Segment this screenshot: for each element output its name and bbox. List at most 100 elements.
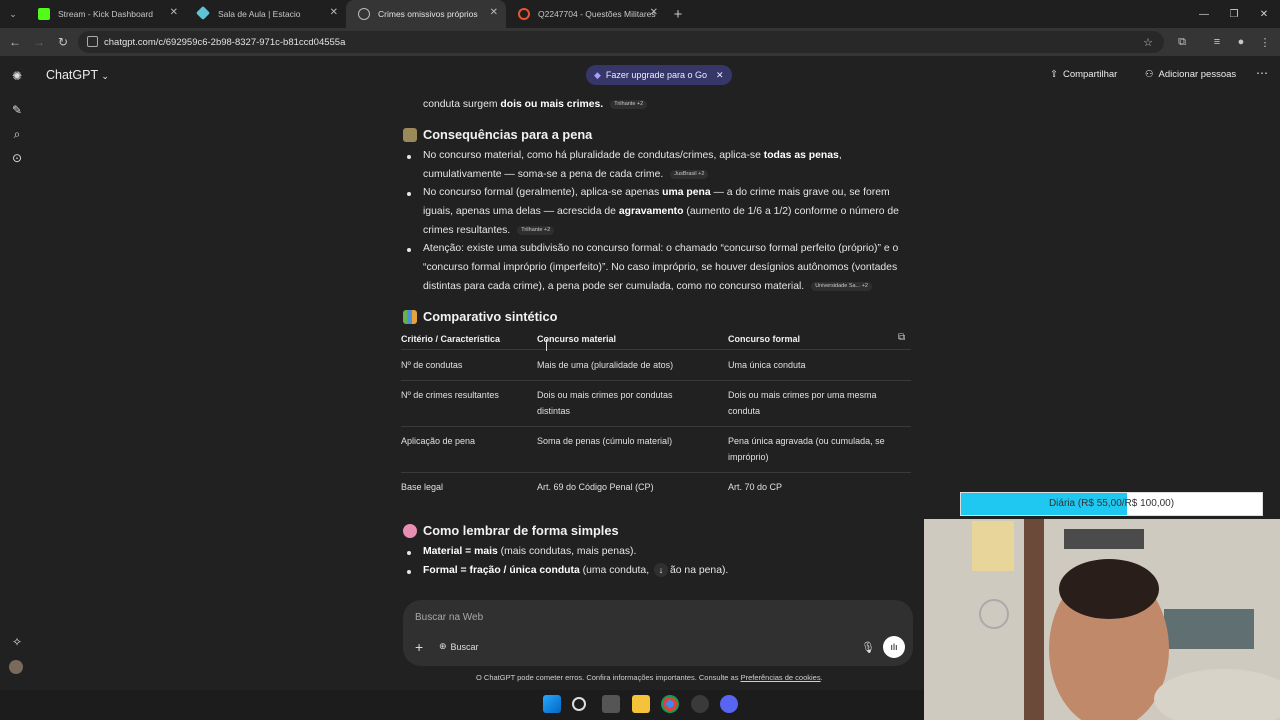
close-tab-icon[interactable]: ✕ <box>490 7 498 18</box>
table-cell: conduta <box>728 406 761 416</box>
chrome-icon[interactable] <box>661 695 679 713</box>
tab-title: Q2247704 - Questões Militares <box>538 9 656 19</box>
scales-emoji-icon <box>403 128 417 142</box>
text-cursor-icon <box>546 339 550 351</box>
table-cell: distintas <box>537 406 571 416</box>
voice-mode-button[interactable]: ılı <box>883 636 905 658</box>
tab-sala-de-aula[interactable]: Sala de Aula | Estacio ✕ <box>186 0 346 28</box>
list-item-cont: crimes resultantes. Trilhante +2 <box>423 222 555 241</box>
library-icon[interactable]: ⊙ <box>9 150 25 166</box>
bookmark-star-icon[interactable]: ☆ <box>1139 33 1157 51</box>
search-label: Buscar <box>450 641 479 652</box>
plus-icon[interactable]: + <box>415 639 423 655</box>
reading-list-icon[interactable]: ≡ <box>1208 33 1226 51</box>
qconcursos-favicon-icon <box>518 8 530 20</box>
close-tab-icon[interactable]: ✕ <box>170 7 178 18</box>
share-icon: ⇪ <box>1050 69 1058 80</box>
microphone-icon[interactable]: 🎙 <box>861 641 875 654</box>
obs-icon[interactable] <box>691 695 709 713</box>
disclaimer-text: O ChatGPT pode cometer erros. Confira in… <box>476 673 823 682</box>
forward-arrow-icon[interactable]: → <box>27 35 51 49</box>
sparkle-icon[interactable]: ✧ <box>9 634 25 650</box>
tab-title: Stream - Kick Dashboard <box>58 9 153 19</box>
cookie-preferences-link[interactable]: Preferências de cookies <box>741 673 821 682</box>
bullet-icon <box>407 155 411 159</box>
citation-chip[interactable]: Universidade Sa... +2 <box>811 281 872 291</box>
donation-goal-bar: Diária (R$ 55,00/R$ 100,00) <box>960 492 1263 516</box>
sidebar-rail: ✺ ✎ ⌕ ⊙ ✧ <box>0 56 34 690</box>
table-cell: Nº de crimes resultantes <box>401 390 499 400</box>
add-people-button[interactable]: ⚇ Adicionar pessoas <box>1145 69 1236 80</box>
list-item: Formal = fração / única conduta (uma con… <box>423 563 729 577</box>
table-cell: impróprio) <box>728 452 769 462</box>
table-cell: Aplicação de pena <box>401 436 476 446</box>
citation-chip[interactable]: Trilhante +2 <box>610 99 648 109</box>
windows-start-icon[interactable] <box>543 695 561 713</box>
section-heading: Comparativo sintético <box>423 309 558 324</box>
table-cell: Dois ou mais crimes por uma mesma <box>728 390 877 400</box>
paragraph-line: conduta surgem dois ou mais crimes. Trilh… <box>423 96 648 115</box>
extensions-icon[interactable]: ⧉ <box>1173 33 1191 51</box>
list-item-cont: “concurso formal impróprio (imperfeito)”… <box>423 262 898 273</box>
close-tab-icon[interactable]: ✕ <box>650 7 658 18</box>
estacio-favicon-icon <box>195 5 211 21</box>
site-info-icon[interactable] <box>87 36 98 47</box>
new-chat-icon[interactable]: ✎ <box>9 102 25 118</box>
reload-icon[interactable]: ↻ <box>51 35 75 49</box>
browser-tab-bar: ⌄ Stream - Kick Dashboard ✕ Sala de Aula… <box>0 0 1280 28</box>
profile-avatar-icon[interactable]: ● <box>1232 33 1250 51</box>
goal-text: Diária (R$ 55,00/R$ 100,00) <box>1048 498 1175 509</box>
search-chats-icon[interactable]: ⌕ <box>9 126 25 142</box>
address-bar[interactable]: chatgpt.com/c/692959c6-2b98-8327-971c-b8… <box>78 31 1164 53</box>
browser-toolbar: ← → ↻ chatgpt.com/c/692959c6-2b98-8327-9… <box>0 28 1280 56</box>
more-options-icon[interactable]: ⋯ <box>1256 66 1268 80</box>
back-arrow-icon[interactable]: ← <box>3 35 27 49</box>
close-window-icon[interactable]: ✕ <box>1248 0 1280 28</box>
table-cell: Mais de uma (pluralidade de atos) <box>537 360 674 370</box>
close-icon[interactable]: ✕ <box>716 70 724 81</box>
new-tab-button[interactable]: + <box>666 6 690 23</box>
list-item-cont: distintas para cada crime), a pena pode … <box>423 278 872 297</box>
upgrade-pill[interactable]: ◆ Fazer upgrade para o Go ✕ <box>586 65 732 85</box>
composer-input[interactable]: Buscar na Web <box>415 612 483 623</box>
minimize-window-icon[interactable]: — <box>1188 0 1220 28</box>
search-icon[interactable] <box>572 697 586 711</box>
chat-composer[interactable]: Buscar na Web + ⊕ Buscar 🎙 ılı <box>403 600 913 666</box>
bullet-icon <box>407 192 411 196</box>
divider <box>401 380 911 381</box>
task-view-icon[interactable] <box>602 695 620 713</box>
citation-chip[interactable]: Trilhante +2 <box>517 225 555 235</box>
maximize-window-icon[interactable]: ❐ <box>1218 0 1250 28</box>
waveform-icon: ılı <box>890 642 898 652</box>
books-emoji-icon <box>403 310 417 324</box>
tab-kick-dashboard[interactable]: Stream - Kick Dashboard ✕ <box>26 0 186 28</box>
section-heading: Consequências para a pena <box>423 127 593 142</box>
tab-crimes-omissivos[interactable]: Crimes omissivos próprios ✕ <box>346 0 506 28</box>
search-web-button[interactable]: ⊕ Buscar <box>439 641 479 652</box>
model-label: ChatGPT <box>46 68 98 82</box>
close-tab-icon[interactable]: ✕ <box>330 7 338 18</box>
upgrade-label: Fazer upgrade para o Go <box>605 70 707 80</box>
openai-logo-icon[interactable]: ✺ <box>9 68 25 84</box>
divider <box>401 349 911 350</box>
webcam-overlay <box>924 519 1280 720</box>
share-label: Compartilhar <box>1062 69 1118 80</box>
globe-icon: ⊕ <box>439 641 447 651</box>
citation-chip[interactable]: JusBrasil +2 <box>670 169 709 179</box>
scroll-down-arrow-icon[interactable]: ↓ <box>653 563 668 577</box>
bullet-icon <box>407 551 411 555</box>
copy-table-icon[interactable]: ⧉ <box>898 332 905 343</box>
browser-menu-icon[interactable]: ⋮ <box>1256 33 1274 51</box>
bullet-icon <box>407 570 411 574</box>
table-cell: Dois ou mais crimes por condutas <box>537 390 673 400</box>
file-explorer-icon[interactable] <box>632 695 650 713</box>
share-button[interactable]: ⇪ Compartilhar <box>1050 69 1117 80</box>
person-add-icon: ⚇ <box>1145 69 1154 80</box>
tab-questoes-militares[interactable]: Q2247704 - Questões Militares ✕ <box>506 0 666 28</box>
model-selector[interactable]: ChatGPT ⌄ <box>46 68 109 82</box>
user-avatar[interactable] <box>9 660 23 674</box>
tab-title: Sala de Aula | Estacio <box>218 9 301 19</box>
discord-icon[interactable] <box>720 695 738 713</box>
tab-search-icon[interactable]: ⌄ <box>0 0 26 28</box>
table-cell: Art. 69 do Código Penal (CP) <box>537 482 654 492</box>
